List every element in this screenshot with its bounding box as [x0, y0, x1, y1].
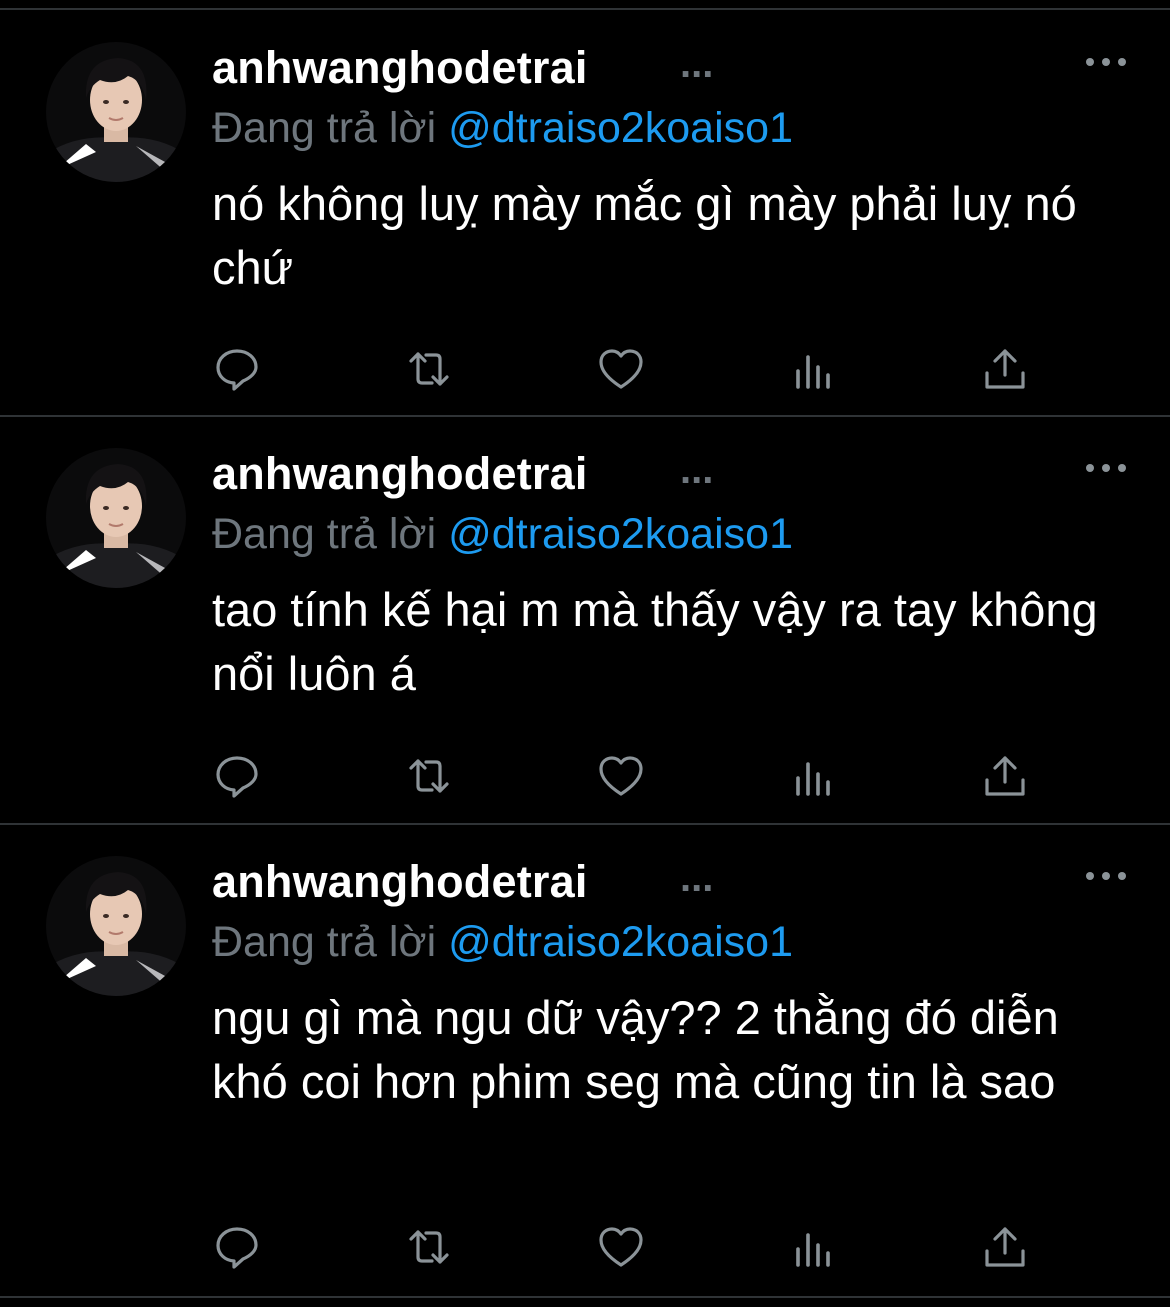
- reply-context: Đang trả lời @dtraiso2koaiso1: [212, 918, 793, 967]
- username-truncation: ...: [680, 856, 714, 900]
- more-options-icon[interactable]: [1086, 52, 1126, 72]
- tweet-divider: [0, 415, 1170, 417]
- retweet-icon[interactable]: [404, 1222, 454, 1272]
- action-bar: [212, 751, 1032, 801]
- avatar-image: [46, 448, 186, 588]
- bottom-divider: [0, 1296, 1170, 1298]
- reply-context: Đang trả lời @dtraiso2koaiso1: [212, 104, 793, 153]
- retweet-icon[interactable]: [404, 344, 454, 394]
- reply-handle-link[interactable]: @dtraiso2koaiso1: [448, 918, 793, 966]
- reply-prefix: Đang trả lời: [212, 104, 437, 152]
- share-icon[interactable]: [980, 344, 1030, 394]
- reply-prefix: Đang trả lời: [212, 510, 437, 558]
- share-icon[interactable]: [980, 1222, 1030, 1272]
- username-truncation: ...: [680, 42, 714, 86]
- share-icon[interactable]: [980, 751, 1030, 801]
- action-bar: [212, 1222, 1032, 1272]
- reply-context: Đang trả lời @dtraiso2koaiso1: [212, 510, 793, 559]
- action-bar: [212, 344, 1032, 394]
- reply-handle-link[interactable]: @dtraiso2koaiso1: [448, 510, 793, 558]
- username[interactable]: anhwanghodetrai: [212, 856, 588, 908]
- more-options-icon[interactable]: [1086, 458, 1126, 478]
- tweet-text: tao tính kế hại m mà thấy vậy ra tay khô…: [212, 583, 1098, 700]
- more-options-icon[interactable]: [1086, 866, 1126, 886]
- reply-icon[interactable]: [212, 1222, 262, 1272]
- top-divider: [0, 8, 1170, 10]
- avatar-image: [46, 856, 186, 996]
- like-icon[interactable]: [596, 751, 646, 801]
- avatar[interactable]: [46, 42, 186, 182]
- avatar[interactable]: [46, 448, 186, 588]
- avatar-image: [46, 42, 186, 182]
- tweet-divider: [0, 823, 1170, 825]
- reply-icon[interactable]: [212, 344, 262, 394]
- avatar[interactable]: [46, 856, 186, 996]
- username[interactable]: anhwanghodetrai: [212, 448, 588, 500]
- reply-handle-link[interactable]: @dtraiso2koaiso1: [448, 104, 793, 152]
- retweet-icon[interactable]: [404, 751, 454, 801]
- like-icon[interactable]: [596, 344, 646, 394]
- views-icon[interactable]: [788, 1222, 838, 1272]
- tweet-text: nó không luỵ mày mắc gì mày phải luỵ nó …: [212, 177, 1077, 294]
- tweet-text: ngu gì mà ngu dữ vậy?? 2 thằng đó diễn k…: [212, 991, 1059, 1108]
- like-icon[interactable]: [596, 1222, 646, 1272]
- username[interactable]: anhwanghodetrai: [212, 42, 588, 94]
- views-icon[interactable]: [788, 344, 838, 394]
- username-truncation: ...: [680, 448, 714, 492]
- reply-icon[interactable]: [212, 751, 262, 801]
- views-icon[interactable]: [788, 751, 838, 801]
- reply-prefix: Đang trả lời: [212, 918, 437, 966]
